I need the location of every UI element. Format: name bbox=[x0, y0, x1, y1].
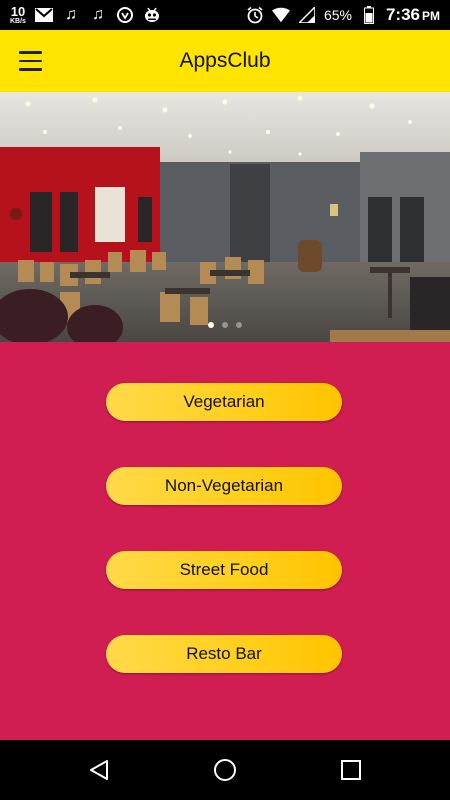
street-food-button[interactable]: Street Food bbox=[106, 551, 342, 589]
battery-percent: 65% bbox=[323, 7, 352, 23]
music-note-icon: ♫ bbox=[91, 6, 104, 23]
wifi-icon bbox=[271, 6, 290, 24]
bug-robot-icon bbox=[143, 6, 161, 24]
carousel-dot[interactable] bbox=[236, 322, 242, 328]
restaurant-interior-image bbox=[0, 92, 450, 342]
recents-icon[interactable] bbox=[336, 755, 366, 785]
category-panel: Vegetarian Non-Vegetarian Street Food Re… bbox=[0, 342, 450, 740]
app-bar: AppsClub bbox=[0, 30, 450, 92]
network-speed-unit: KB/s bbox=[10, 18, 26, 25]
network-speed-value: 10 bbox=[10, 4, 26, 19]
music-note-icon: ♫ bbox=[64, 6, 77, 23]
signal-icon bbox=[298, 6, 316, 24]
network-speed: 10 KB/s bbox=[10, 5, 26, 25]
vpn-shield-icon bbox=[116, 6, 134, 24]
clock-time: 7:36 bbox=[385, 5, 420, 24]
app-title: AppsClub bbox=[179, 49, 271, 72]
status-bar: 10 KB/s ♫ ♫ 65% 7:36 PM bbox=[0, 0, 450, 30]
non-vegetarian-button[interactable]: Non-Vegetarian bbox=[106, 467, 342, 505]
gmail-icon bbox=[34, 6, 53, 24]
clock-ampm: PM bbox=[422, 9, 440, 23]
carousel-dot[interactable] bbox=[208, 322, 214, 328]
carousel-dot[interactable] bbox=[222, 322, 228, 328]
clock: 7:36 PM bbox=[386, 5, 440, 25]
home-icon[interactable] bbox=[210, 755, 240, 785]
alarm-icon bbox=[246, 6, 264, 24]
resto-bar-button[interactable]: Resto Bar bbox=[106, 635, 342, 673]
back-icon[interactable] bbox=[84, 755, 114, 785]
battery-icon bbox=[360, 6, 378, 24]
carousel-dots bbox=[0, 322, 450, 328]
hero-carousel[interactable] bbox=[0, 92, 450, 342]
vegetarian-button[interactable]: Vegetarian bbox=[106, 383, 342, 421]
system-nav-bar bbox=[0, 740, 450, 800]
